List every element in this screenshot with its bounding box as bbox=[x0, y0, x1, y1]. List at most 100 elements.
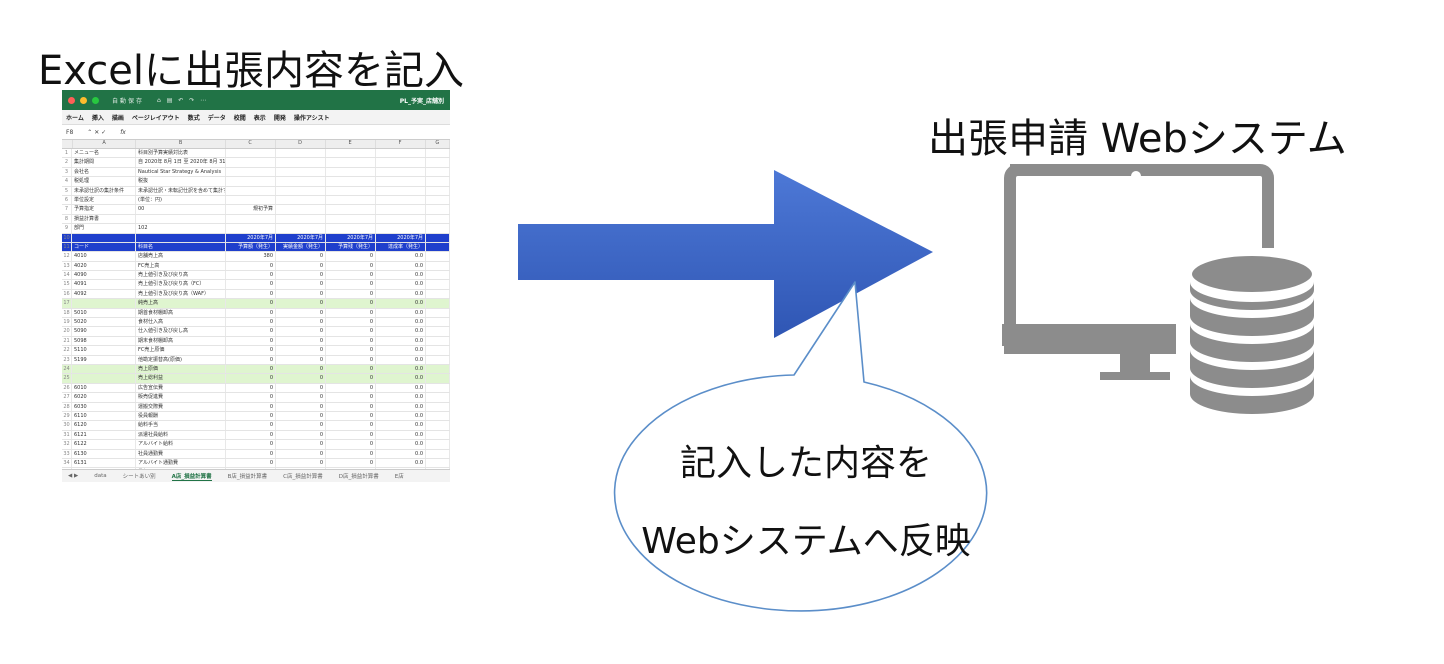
ribbon-tab: 挿入 bbox=[91, 114, 104, 122]
row-number: 22 bbox=[62, 346, 72, 355]
spreadsheet-row: 34 6131 アルバイト通勤費 0 0 0 0.0 bbox=[62, 458, 450, 469]
cell: 純売上高 bbox=[136, 299, 226, 308]
cell: 0 bbox=[226, 374, 276, 383]
spreadsheet-row: 30 6120 給料手当 0 0 0 0.0 bbox=[62, 421, 450, 431]
cell: 6020 bbox=[72, 393, 136, 402]
row-number: 23 bbox=[62, 355, 72, 364]
sheet-tab: シートあい別 bbox=[122, 474, 156, 480]
spreadsheet-row: 10 2020年7月 2020年7月 2020年7月 2020年7月 bbox=[62, 233, 450, 243]
cell bbox=[226, 149, 276, 158]
row-number: 12 bbox=[62, 252, 72, 261]
cell: 5090 bbox=[72, 327, 136, 336]
cell bbox=[326, 186, 376, 195]
cell: 0 bbox=[276, 280, 326, 289]
minimize-dot-icon bbox=[80, 96, 87, 104]
cell: 0 bbox=[326, 346, 376, 355]
excel-titlebar: 自動保存 ⌂ ▤ ↶ ↷ ⋯ PL_予実_店舗別 bbox=[62, 90, 450, 110]
cell: 予算額（発生） bbox=[226, 242, 276, 252]
cell: 0 bbox=[326, 289, 376, 299]
cell bbox=[426, 271, 450, 280]
cell: 0 bbox=[276, 336, 326, 346]
cell bbox=[376, 177, 426, 186]
cell: 規初予算 bbox=[226, 205, 276, 214]
cell: 0 bbox=[276, 430, 326, 440]
cell bbox=[276, 167, 326, 177]
ribbon-tab: ページレイアウト bbox=[131, 114, 180, 122]
cell bbox=[426, 393, 450, 402]
cell: 0 bbox=[326, 327, 376, 336]
sheet-tab: C店_損益計算書 bbox=[283, 474, 323, 480]
quick-access-icons: ⌂ ▤ ↶ ↷ ⋯ bbox=[157, 96, 209, 104]
cell: 0 bbox=[226, 271, 276, 280]
cell: 5098 bbox=[72, 336, 136, 346]
cell bbox=[276, 158, 326, 167]
cell bbox=[426, 458, 450, 468]
cell: 6110 bbox=[72, 411, 136, 421]
cell: メニュー名 bbox=[72, 149, 136, 158]
cell bbox=[426, 346, 450, 355]
cell bbox=[426, 280, 450, 289]
cell: 0 bbox=[326, 318, 376, 327]
cell: 損益計算書 bbox=[72, 214, 136, 224]
spreadsheet-row: 20 5090 仕入値引き及び戻し高 0 0 0 0.0 bbox=[62, 327, 450, 337]
row-number: 1 bbox=[62, 149, 72, 158]
cell: 0 bbox=[226, 449, 276, 458]
cell: 広告宣伝費 bbox=[136, 383, 226, 393]
ribbon-tab: 数式 bbox=[187, 114, 200, 122]
cell: 0.0 bbox=[376, 449, 426, 458]
cell: 102 bbox=[136, 224, 226, 233]
column-header: A bbox=[73, 140, 137, 148]
cell bbox=[276, 224, 326, 233]
cell: 5199 bbox=[72, 355, 136, 364]
cell bbox=[226, 214, 276, 224]
cell: 仕入値引き及び戻し高 bbox=[136, 327, 226, 336]
cell: 0 bbox=[326, 271, 376, 280]
cell: 0 bbox=[226, 346, 276, 355]
cell: 0 bbox=[326, 458, 376, 468]
cell: 販売促進費 bbox=[136, 393, 226, 402]
cell: 0 bbox=[326, 402, 376, 411]
cell: 0.0 bbox=[376, 458, 426, 468]
cell: 0 bbox=[326, 336, 376, 346]
cell bbox=[226, 158, 276, 167]
cell bbox=[226, 195, 276, 205]
cell: 実績金額（発生） bbox=[276, 242, 326, 252]
cell: アルバイト通勤費 bbox=[136, 458, 226, 468]
excel-title: Excelに出張内容を記入 bbox=[38, 48, 464, 94]
ribbon-tab: 操作アシスト bbox=[293, 114, 330, 122]
ribbon-tab: 表示 bbox=[253, 114, 266, 122]
cell bbox=[72, 374, 136, 383]
row-number: 31 bbox=[62, 430, 72, 440]
spreadsheet-row: 26 6010 広告宣伝費 0 0 0 0.0 bbox=[62, 383, 450, 394]
cell: 0 bbox=[326, 421, 376, 430]
cell: 店舗売上高 bbox=[136, 252, 226, 261]
cell bbox=[426, 318, 450, 327]
cell: 0.0 bbox=[376, 355, 426, 364]
bubble-line-1: 記入した内容を bbox=[679, 443, 932, 484]
cell: 0 bbox=[226, 289, 276, 299]
spreadsheet-row: 4 税処理 税抜 bbox=[62, 177, 450, 187]
cell bbox=[376, 186, 426, 195]
cell: 0.0 bbox=[376, 364, 426, 374]
row-number: 29 bbox=[62, 411, 72, 421]
cell bbox=[326, 149, 376, 158]
cell: 売上値引き及び戻り高 bbox=[136, 271, 226, 280]
column-header: G bbox=[426, 140, 450, 148]
cell: 0.0 bbox=[376, 383, 426, 393]
cell bbox=[426, 224, 450, 233]
row-number: 19 bbox=[62, 318, 72, 327]
cell: 2020年7月 bbox=[226, 233, 276, 242]
cell: 2020年7月 bbox=[276, 233, 326, 242]
column-header: D bbox=[276, 140, 326, 148]
ribbon-tab: 開発 bbox=[273, 114, 286, 122]
spreadsheet-row: 32 6122 アルバイト給料 0 0 0 0.0 bbox=[62, 440, 450, 450]
cell bbox=[426, 233, 450, 242]
cell: 0.0 bbox=[376, 421, 426, 430]
ribbon-tab: ホーム bbox=[66, 114, 84, 122]
row-number: 18 bbox=[62, 308, 72, 318]
cell: 00 bbox=[136, 205, 226, 214]
row-number: 6 bbox=[62, 195, 72, 205]
cell: 0 bbox=[276, 364, 326, 374]
cell bbox=[426, 177, 450, 186]
row-number: 30 bbox=[62, 421, 72, 430]
